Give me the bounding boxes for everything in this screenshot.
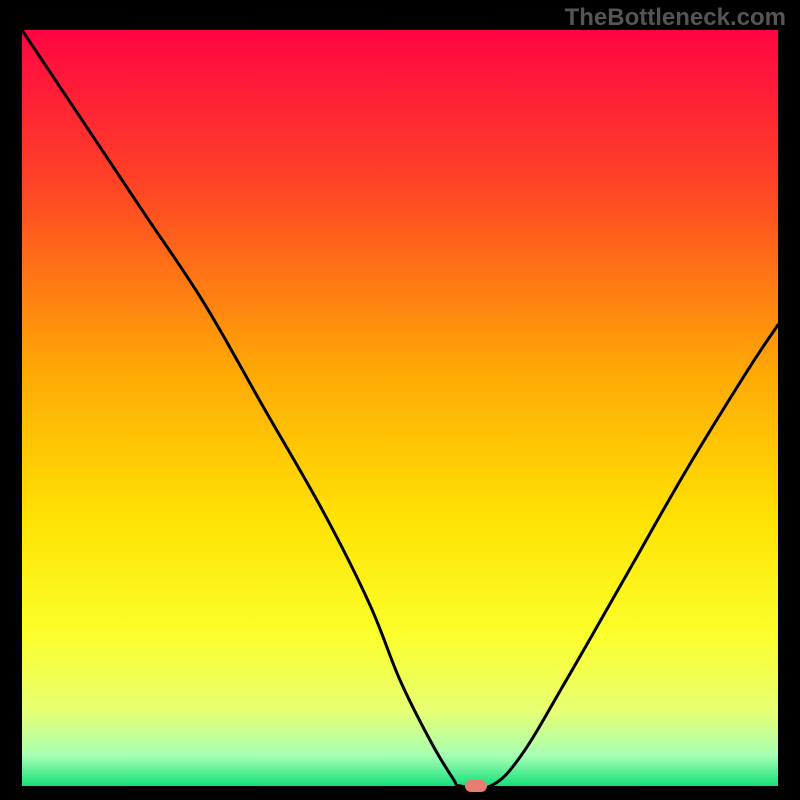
chart-frame: TheBottleneck.com xyxy=(0,0,800,800)
chart-svg xyxy=(22,30,778,786)
plot-area xyxy=(22,30,778,786)
gradient-bg xyxy=(22,30,778,786)
optimum-marker xyxy=(465,780,487,792)
watermark-text: TheBottleneck.com xyxy=(565,4,786,32)
